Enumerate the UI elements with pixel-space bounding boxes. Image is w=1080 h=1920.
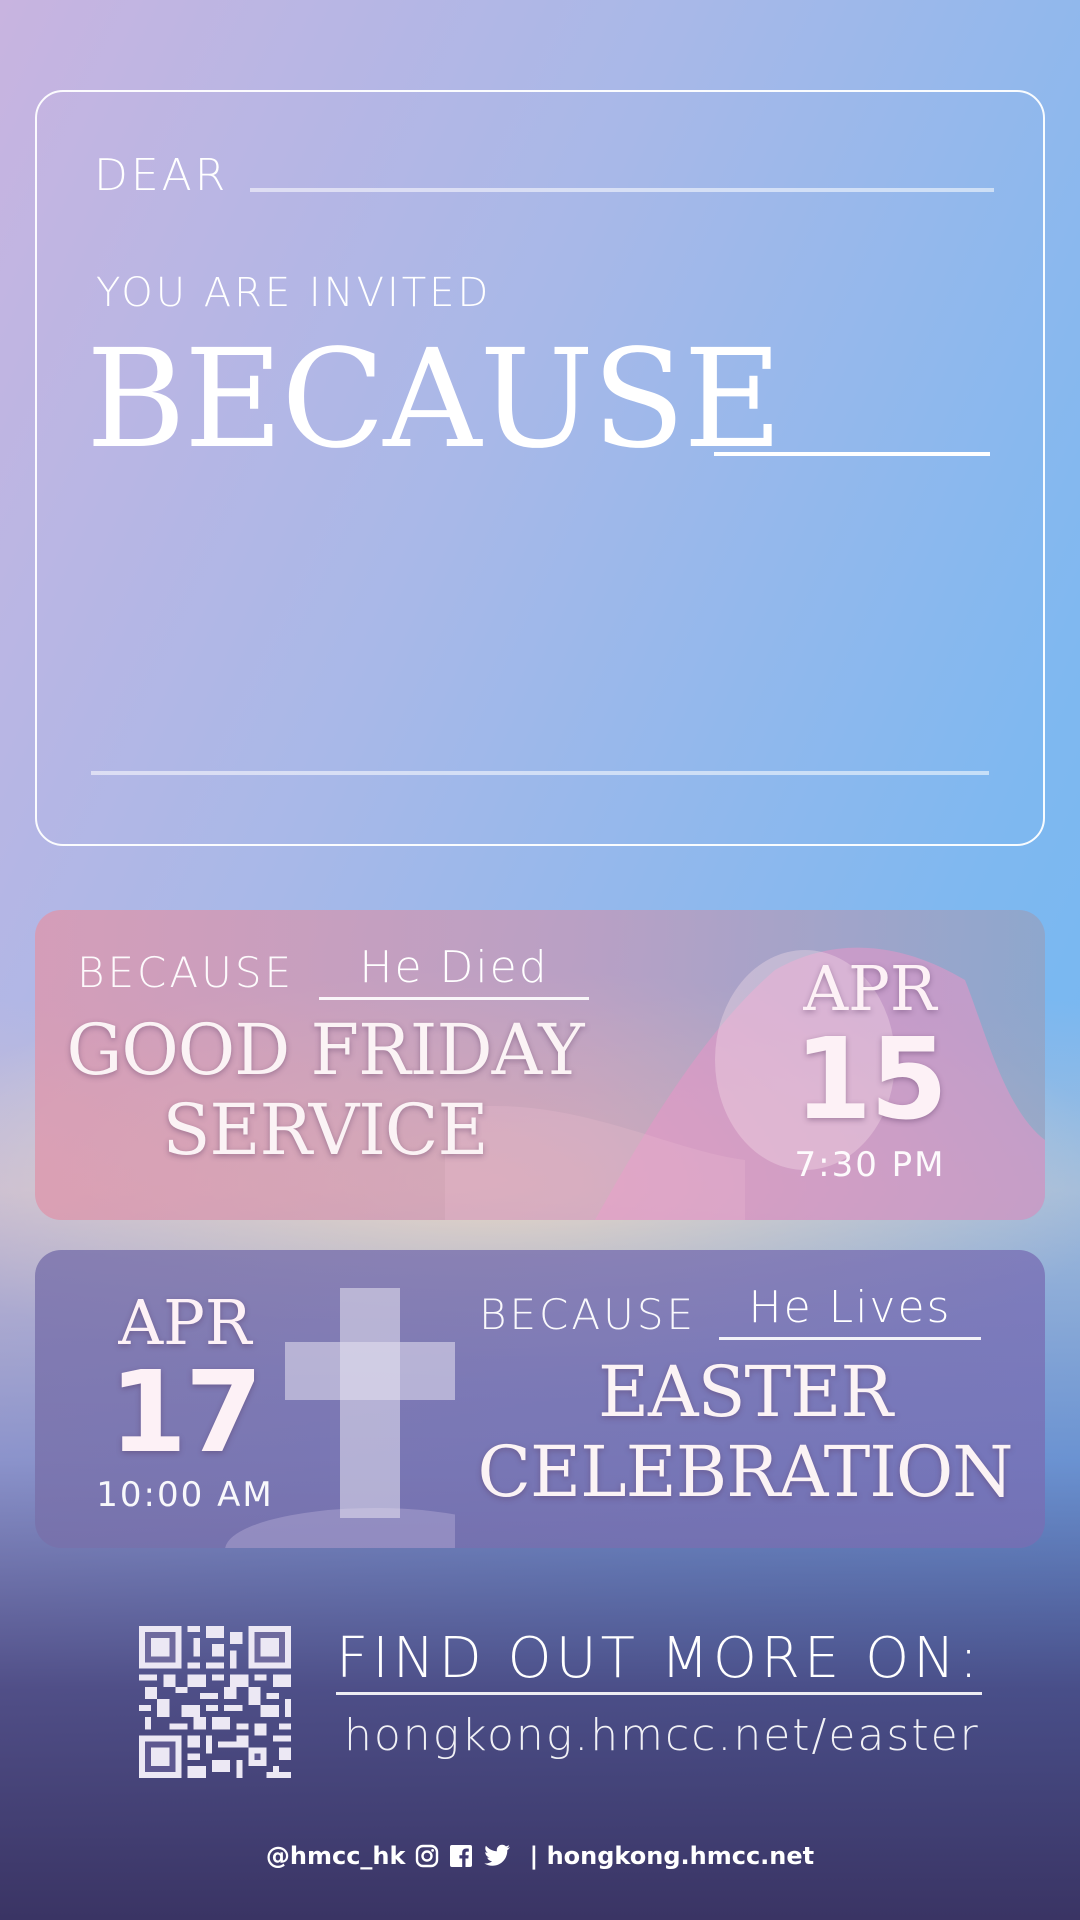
event-url-link[interactable]: hongkong.hmcc.net/easter	[344, 1710, 980, 1761]
event-time: 10:00 AM	[96, 1475, 274, 1515]
easter-celebration-card[interactable]: APR 17 10:00 AM BECAUSE He Lives EASTER …	[35, 1250, 1045, 1548]
because-label: BECAUSE	[479, 1290, 697, 1339]
event-time: 7:30 PM	[794, 1145, 946, 1185]
qr-code-icon[interactable]	[139, 1626, 291, 1778]
event-title-line: GOOD FRIDAY	[66, 1009, 584, 1091]
event-day: 17	[109, 1348, 263, 1478]
event-day: 15	[794, 1015, 948, 1145]
reason-he-died: He Died	[319, 942, 589, 1000]
footer: @hmcc_hk | hongkong.hmcc.net	[0, 1842, 1080, 1870]
recipient-name-line[interactable]	[250, 188, 994, 192]
because-heading: BECAUSE	[86, 321, 783, 479]
event-title-line: SERVICE	[162, 1089, 488, 1171]
event-title: GOOD FRIDAY SERVICE	[55, 1010, 595, 1170]
dear-label: DEAR	[94, 150, 229, 201]
website-link[interactable]: | hongkong.hmcc.net	[529, 1842, 814, 1870]
event-title-line: CELEBRATION	[477, 1431, 1013, 1513]
event-title-line: EASTER	[597, 1351, 893, 1433]
good-friday-card[interactable]: BECAUSE He Died GOOD FRIDAY SERVICE APR …	[35, 910, 1045, 1220]
invitation-card: DEAR YOU ARE INVITED BECAUSE	[35, 90, 1045, 846]
social-handle[interactable]: @hmcc_hk	[266, 1842, 406, 1870]
message-line[interactable]	[91, 771, 989, 775]
facebook-icon[interactable]	[449, 1844, 473, 1868]
reason-he-lives: He Lives	[719, 1282, 981, 1340]
find-out-more-heading: FIND OUT MORE ON:	[336, 1628, 982, 1695]
because-label: BECAUSE	[77, 948, 295, 997]
invited-label: YOU ARE INVITED	[96, 270, 492, 316]
instagram-icon[interactable]	[415, 1844, 439, 1868]
twitter-icon[interactable]	[483, 1844, 511, 1868]
event-title: EASTER CELEBRATION	[475, 1352, 1015, 1512]
easter-invitation-page: DEAR YOU ARE INVITED BECAUSE BECAUSE He …	[0, 0, 1080, 1920]
because-blank-line[interactable]	[714, 452, 990, 456]
